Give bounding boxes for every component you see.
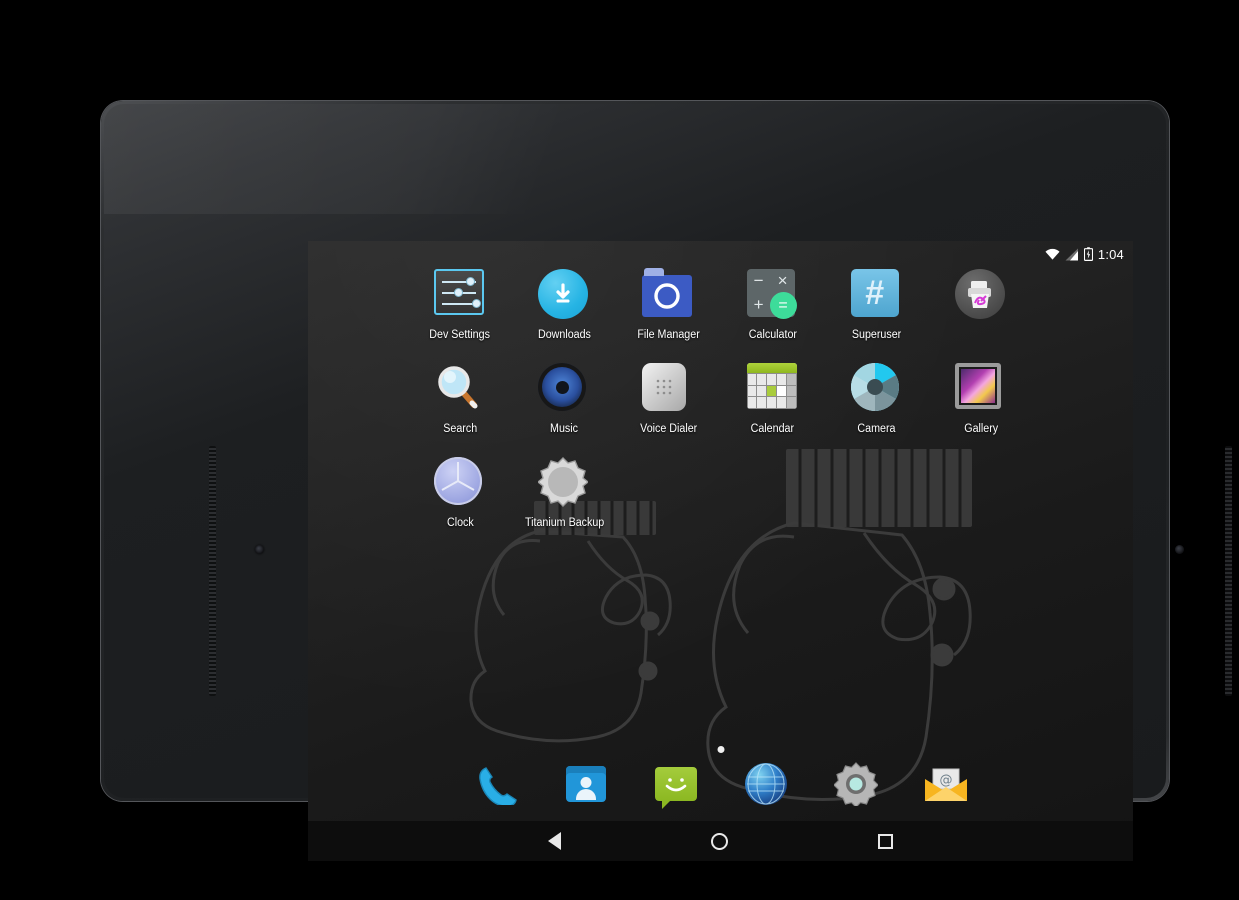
svg-text:@: @ xyxy=(939,773,952,788)
dock-item-contacts[interactable] xyxy=(563,761,609,807)
app-gallery[interactable]: Gallery xyxy=(929,363,1033,435)
app-label: Voice Dialer xyxy=(639,423,697,435)
messaging-icon xyxy=(654,767,697,809)
app-label: Music xyxy=(550,423,579,435)
status-bar-clock: 1:04 xyxy=(1097,246,1124,262)
contacts-icon xyxy=(565,766,606,802)
file-manager-icon xyxy=(642,268,694,321)
cellular-signal-icon xyxy=(1065,248,1078,260)
app-label: Superuser xyxy=(852,329,902,341)
music-icon xyxy=(538,363,590,415)
rear-camera-icon xyxy=(1175,545,1184,554)
page-indicator-dot[interactable] xyxy=(717,746,724,753)
nav-back-button[interactable] xyxy=(548,832,561,850)
clock-icon xyxy=(434,457,486,509)
nav-home-button[interactable] xyxy=(711,832,728,850)
app-label: Gallery xyxy=(963,423,998,435)
nav-recents-button[interactable] xyxy=(878,833,893,849)
app-calculator[interactable]: − × + = Calculator xyxy=(720,269,824,341)
calculator-icon: − × + = xyxy=(746,269,799,321)
camera-icon xyxy=(850,363,903,415)
browser-globe-icon xyxy=(744,763,787,805)
app-downloads[interactable]: Downloads xyxy=(512,269,616,341)
dock-item-messaging[interactable] xyxy=(653,761,699,809)
calc-minus: − xyxy=(753,271,764,290)
device-screen[interactable]: 1:04 Dev Settings Downloads File Manager… xyxy=(308,241,1133,861)
app-label: Titanium Backup xyxy=(524,517,604,529)
battery-icon xyxy=(1083,247,1093,261)
app-label: Search xyxy=(443,423,478,435)
app-superuser[interactable]: # Superuser xyxy=(825,269,929,341)
email-envelope-icon: @ xyxy=(924,767,968,801)
calc-plus: + xyxy=(753,295,764,314)
speaker-grille-left xyxy=(209,446,216,696)
printer-markup-icon xyxy=(954,269,1007,321)
tablet-device: 1:04 Dev Settings Downloads File Manager… xyxy=(101,101,1232,861)
navigation-bar xyxy=(308,821,1133,861)
calendar-icon xyxy=(746,363,799,415)
app-camera[interactable]: Camera xyxy=(825,363,929,435)
voice-dialer-icon xyxy=(642,363,694,415)
hash-glyph: # xyxy=(850,269,899,317)
superuser-icon: # xyxy=(850,269,903,321)
app-titanium-backup[interactable]: Ti Titanium Backup xyxy=(512,457,616,529)
app-label: File Manager xyxy=(637,329,700,341)
dock: @ xyxy=(308,761,1133,809)
search-icon xyxy=(434,363,486,415)
app-label: Calculator xyxy=(748,329,797,341)
status-bar[interactable]: 1:04 xyxy=(308,241,1133,267)
app-voice-dialer[interactable]: Voice Dialer xyxy=(616,363,720,435)
app-grid: Dev Settings Downloads File Manager − × … xyxy=(308,268,1133,529)
dock-item-settings[interactable] xyxy=(832,761,879,808)
dock-item-email[interactable]: @ xyxy=(923,761,969,807)
dock-item-browser[interactable] xyxy=(743,761,789,807)
app-label: Dev Settings xyxy=(429,329,491,341)
speaker-grille-right xyxy=(1225,446,1232,696)
app-label: Downloads xyxy=(537,329,591,341)
calc-times: × xyxy=(777,271,788,290)
dev-settings-icon xyxy=(434,269,486,321)
app-dev-settings[interactable]: Dev Settings xyxy=(408,269,512,341)
settings-gear-icon xyxy=(832,762,879,808)
front-camera-icon xyxy=(255,545,264,554)
app-calendar[interactable]: Calendar xyxy=(720,363,824,435)
gallery-icon xyxy=(954,363,1007,415)
app-label: Calendar xyxy=(750,423,795,435)
calc-equals: = xyxy=(769,292,797,319)
app-label: Clock xyxy=(446,517,474,529)
downloads-icon xyxy=(538,269,590,321)
wifi-icon xyxy=(1045,248,1060,260)
app-search[interactable]: Search xyxy=(408,363,512,435)
app-clock[interactable]: Clock xyxy=(408,457,512,529)
app-label: Camera xyxy=(857,423,896,435)
dock-item-phone[interactable] xyxy=(473,761,519,807)
phone-icon xyxy=(478,767,517,805)
app-file-manager[interactable]: File Manager xyxy=(616,268,720,341)
app-printer-markup[interactable] xyxy=(929,269,1033,341)
titanium-backup-icon: Ti xyxy=(538,457,590,509)
gear-shape xyxy=(538,457,589,507)
app-music[interactable]: Music xyxy=(512,363,616,435)
